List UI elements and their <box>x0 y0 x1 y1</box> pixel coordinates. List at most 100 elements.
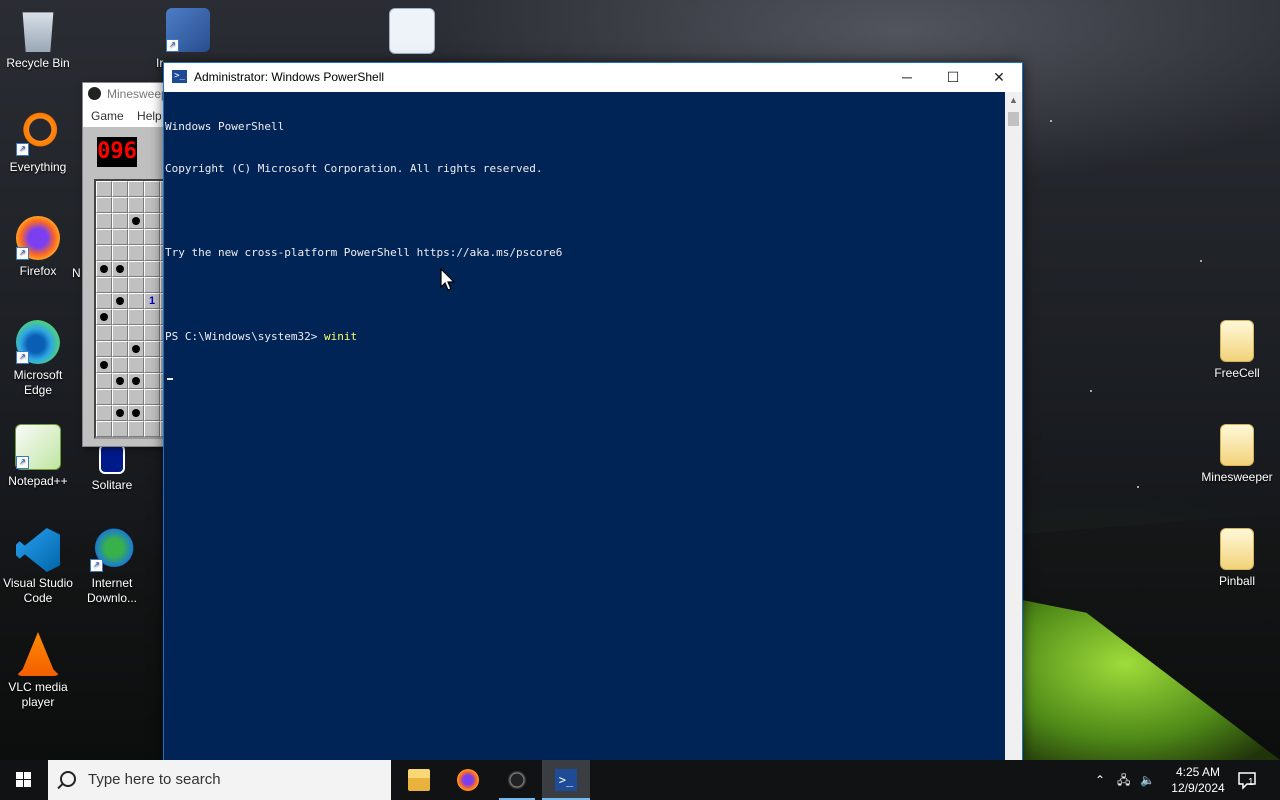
grid-cell[interactable] <box>112 389 128 405</box>
grid-cell[interactable] <box>96 213 112 229</box>
vertical-scrollbar[interactable]: ▲ <box>1005 92 1022 761</box>
show-hidden-icons-chevron-icon[interactable]: ⌃ <box>1095 760 1111 800</box>
grid-cell[interactable] <box>144 277 160 293</box>
grid-cell[interactable] <box>96 197 112 213</box>
mine-cell[interactable] <box>112 293 128 309</box>
desktop-icon-vlc[interactable]: VLC media player <box>0 626 76 710</box>
scrollbar-thumb[interactable] <box>1008 112 1019 126</box>
grid-cell[interactable] <box>144 245 160 261</box>
grid-cell[interactable] <box>128 421 144 437</box>
grid-cell[interactable] <box>128 293 144 309</box>
taskbar-powershell[interactable]: >_ <box>542 760 590 800</box>
taskbar-firefox[interactable] <box>444 760 492 800</box>
mine-cell[interactable] <box>128 341 144 357</box>
grid-cell[interactable] <box>144 357 160 373</box>
grid-cell[interactable] <box>112 197 128 213</box>
grid-cell[interactable] <box>96 405 112 421</box>
grid-cell[interactable] <box>144 261 160 277</box>
grid-cell[interactable] <box>144 197 160 213</box>
grid-cell[interactable] <box>112 213 128 229</box>
grid-cell[interactable] <box>96 373 112 389</box>
mine-cell[interactable] <box>112 373 128 389</box>
grid-cell[interactable] <box>128 245 144 261</box>
mine-cell[interactable] <box>96 309 112 325</box>
powershell-window[interactable]: >_ Administrator: Windows PowerShell ─ ☐… <box>163 62 1023 762</box>
edge-icon: ↗ <box>16 320 60 364</box>
number-cell[interactable]: 1 <box>144 293 160 309</box>
grid-cell[interactable] <box>112 357 128 373</box>
grid-cell[interactable] <box>144 373 160 389</box>
mine-cell[interactable] <box>128 405 144 421</box>
close-button[interactable]: ✕ <box>976 63 1022 92</box>
grid-cell[interactable] <box>96 293 112 309</box>
action-center-button[interactable]: 1 <box>1236 769 1258 791</box>
desktop-icon-recycle-bin[interactable]: Recycle Bin <box>0 2 76 71</box>
grid-cell[interactable] <box>128 181 144 197</box>
mine-cell[interactable] <box>128 373 144 389</box>
desktop-icon-internet-download-manager[interactable]: ↗ Internet Downlo... <box>74 522 150 606</box>
grid-cell[interactable] <box>144 229 160 245</box>
minimize-button[interactable]: ─ <box>884 63 930 92</box>
grid-cell[interactable] <box>112 245 128 261</box>
grid-cell[interactable] <box>112 309 128 325</box>
desktop-icon-vscode[interactable]: Visual Studio Code <box>0 522 76 606</box>
grid-cell[interactable] <box>112 325 128 341</box>
grid-cell[interactable] <box>96 325 112 341</box>
desktop-icon-pinball[interactable]: Pinball <box>1199 522 1275 589</box>
powershell-titlebar[interactable]: >_ Administrator: Windows PowerShell ─ ☐… <box>164 63 1022 92</box>
grid-cell[interactable] <box>144 341 160 357</box>
desktop-icon-freecell[interactable]: FreeCell <box>1199 314 1275 381</box>
grid-cell[interactable] <box>112 421 128 437</box>
maximize-button[interactable]: ☐ <box>930 63 976 92</box>
grid-cell[interactable] <box>96 181 112 197</box>
grid-cell[interactable] <box>144 389 160 405</box>
desktop-icon-document[interactable] <box>374 2 450 58</box>
grid-cell[interactable] <box>112 181 128 197</box>
mine-cell[interactable] <box>128 213 144 229</box>
menu-help[interactable]: Help <box>137 109 162 123</box>
grid-cell[interactable] <box>144 309 160 325</box>
taskbar-minesweeper[interactable] <box>493 760 541 800</box>
grid-cell[interactable] <box>128 309 144 325</box>
volume-muted-icon[interactable]: 🔈 <box>1140 760 1158 800</box>
taskbar-search-input[interactable]: Type here to search <box>48 760 391 800</box>
grid-cell[interactable] <box>96 277 112 293</box>
mine-cell[interactable] <box>96 261 112 277</box>
grid-cell[interactable] <box>144 405 160 421</box>
desktop-icon-edge[interactable]: ↗ Microsoft Edge <box>0 314 76 398</box>
desktop-icon-firefox[interactable]: ↗ Firefox <box>0 210 76 279</box>
mine-cell[interactable] <box>96 357 112 373</box>
scroll-up-arrow-icon[interactable]: ▲ <box>1005 92 1022 109</box>
grid-cell[interactable] <box>128 277 144 293</box>
grid-cell[interactable] <box>96 341 112 357</box>
grid-cell[interactable] <box>128 389 144 405</box>
desktop-icon-minesweeper[interactable]: Minesweeper <box>1199 418 1275 485</box>
mine-cell[interactable] <box>112 405 128 421</box>
menu-game[interactable]: Game <box>91 109 124 123</box>
grid-cell[interactable] <box>96 421 112 437</box>
grid-cell[interactable] <box>128 197 144 213</box>
network-icon[interactable]: 🖧 <box>1117 760 1135 800</box>
grid-cell[interactable] <box>96 389 112 405</box>
desktop-icon-notepad-plus-plus[interactable]: ↗ Notepad++ <box>0 418 76 489</box>
taskbar-clock[interactable]: 4:25 AM 12/9/2024 <box>1162 764 1234 796</box>
desktop-icon-everything[interactable]: ↗ Everything <box>0 106 76 175</box>
grid-cell[interactable] <box>144 325 160 341</box>
grid-cell[interactable] <box>128 357 144 373</box>
grid-cell[interactable] <box>112 277 128 293</box>
grid-cell[interactable] <box>144 181 160 197</box>
console-output[interactable]: Windows PowerShell Copyright (C) Microso… <box>164 92 1005 761</box>
desktop-icon-partial[interactable]: ↗ Ir <box>150 2 226 71</box>
grid-cell[interactable] <box>128 229 144 245</box>
grid-cell[interactable] <box>96 245 112 261</box>
mine-cell[interactable] <box>112 261 128 277</box>
taskbar-file-explorer[interactable] <box>395 760 443 800</box>
grid-cell[interactable] <box>144 421 160 437</box>
grid-cell[interactable] <box>112 229 128 245</box>
grid-cell[interactable] <box>112 341 128 357</box>
grid-cell[interactable] <box>144 213 160 229</box>
grid-cell[interactable] <box>128 261 144 277</box>
start-button[interactable] <box>0 760 48 800</box>
grid-cell[interactable] <box>128 325 144 341</box>
grid-cell[interactable] <box>96 229 112 245</box>
